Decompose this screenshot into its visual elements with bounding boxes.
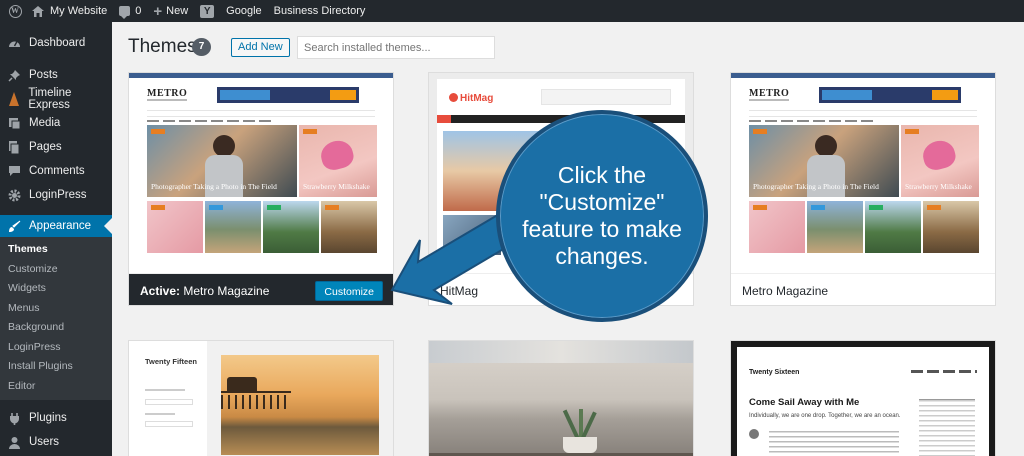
callout-text: Click the "Customize" feature to make ch…: [522, 162, 682, 269]
instruction-callout: Click the "Customize" feature to make ch…: [496, 110, 708, 322]
